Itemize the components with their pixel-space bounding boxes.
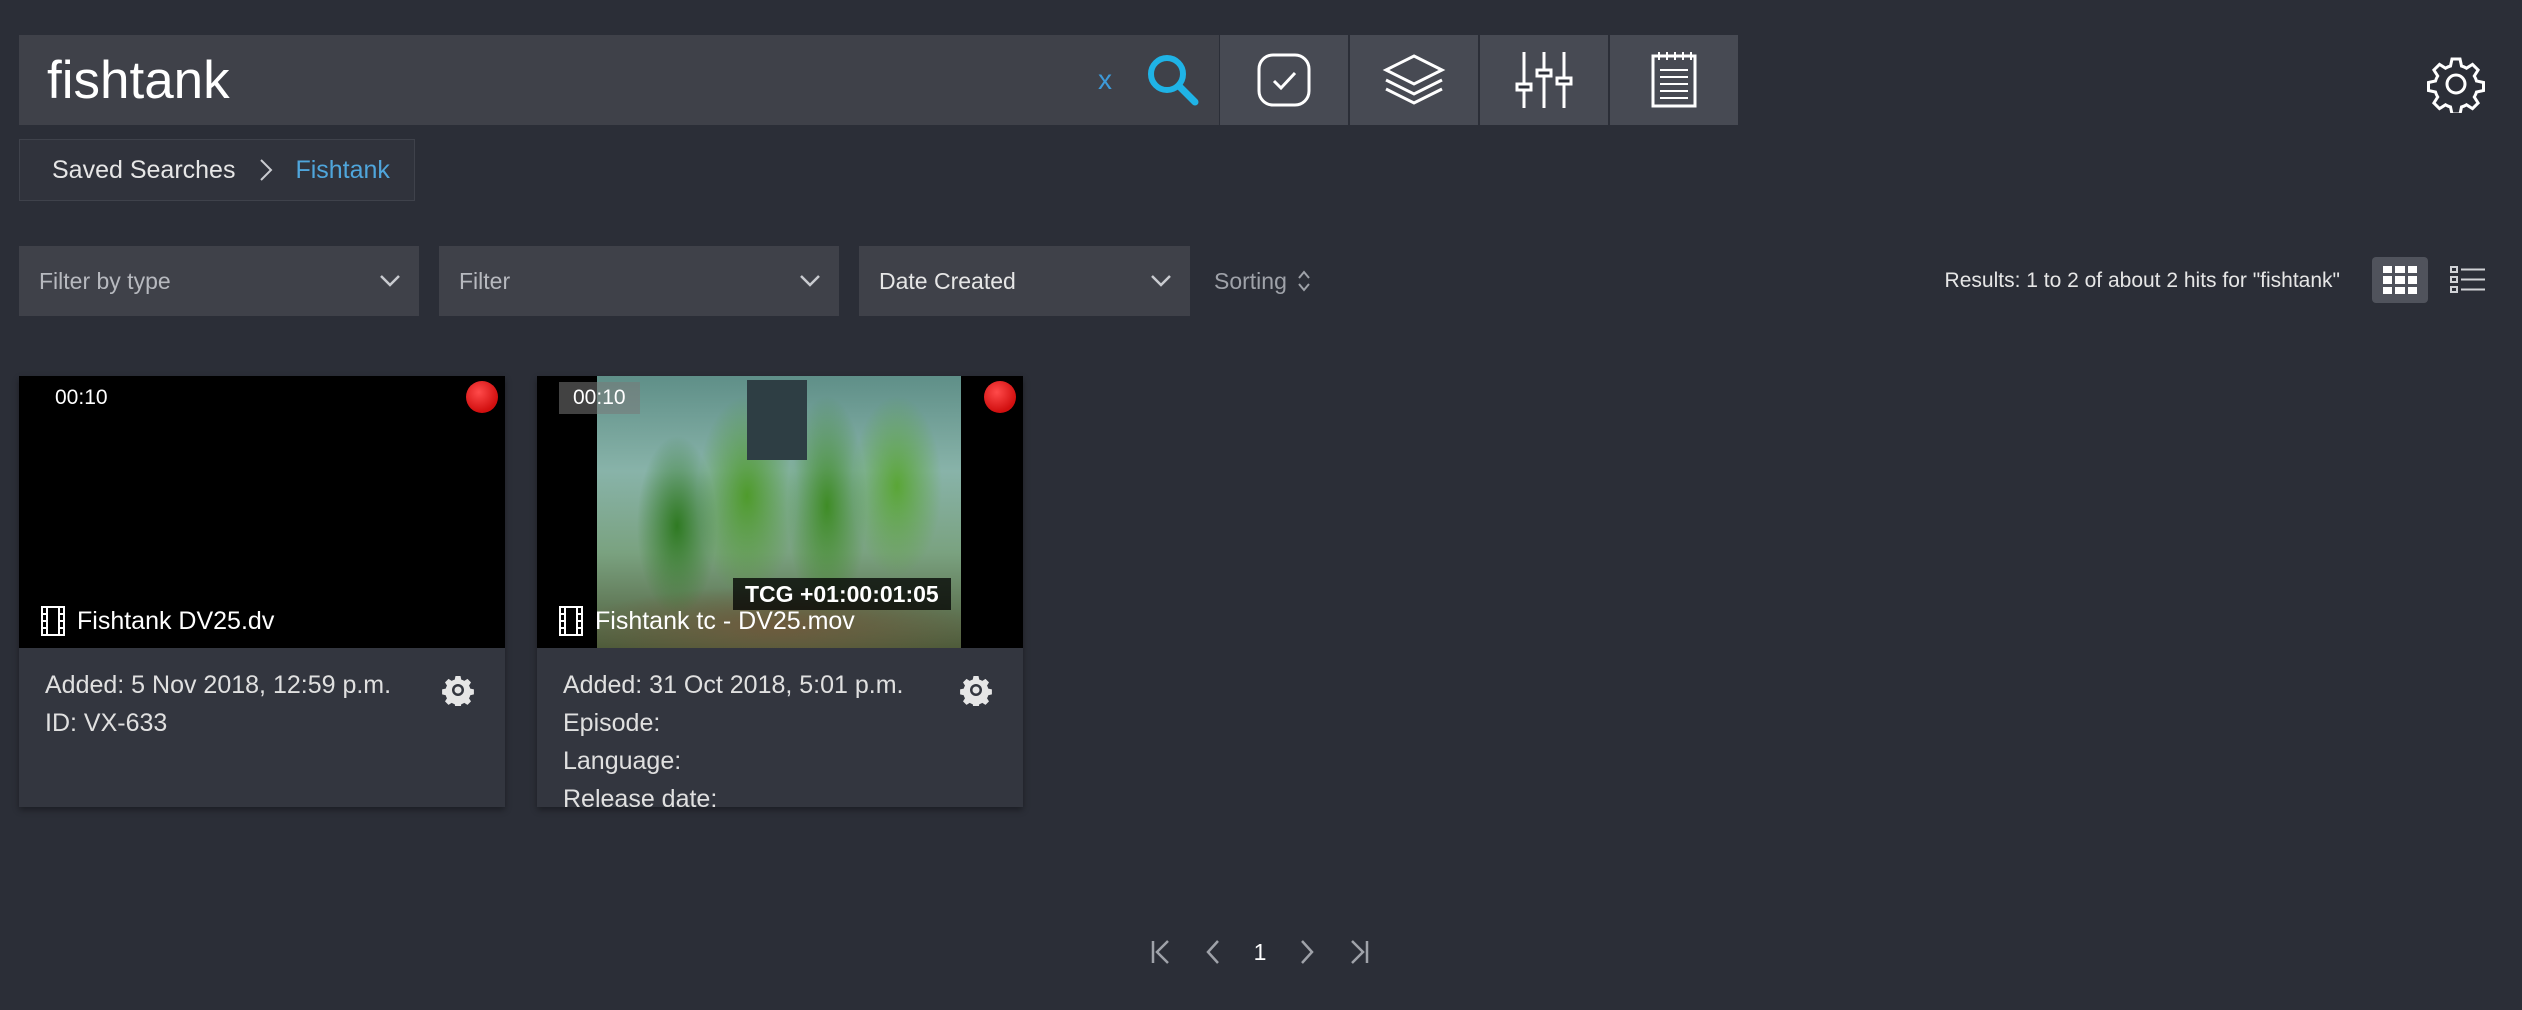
search-button[interactable]: [1137, 45, 1209, 115]
asset-title[interactable]: Fishtank tc - DV25.mov: [595, 607, 855, 636]
filter-by-type-label: Filter by type: [39, 267, 171, 294]
chevron-down-icon: [1151, 275, 1171, 287]
filter-by-type-dropdown[interactable]: Filter by type: [19, 246, 419, 316]
filter-label: Filter: [459, 267, 511, 294]
notepad-icon: [1651, 52, 1697, 108]
clear-search-button[interactable]: x: [1083, 35, 1127, 125]
settings-button[interactable]: [2424, 52, 2488, 116]
release-date-field: Release date:: [563, 785, 718, 813]
asset-card: TCG +01:00:01:05 00:10 Fishtank tc - DV2…: [537, 376, 1023, 813]
asset-metadata: Added: 31 Oct 2018, 5:01 p.m. Episode: L…: [563, 666, 904, 818]
sorting-toggle[interactable]: Sorting: [1214, 246, 1311, 316]
checkbox-icon: [1257, 53, 1311, 107]
sorting-label: Sorting: [1214, 267, 1287, 294]
first-page-icon: [1151, 940, 1169, 964]
asset-id: ID: VX-633: [45, 709, 168, 737]
notes-button[interactable]: [1610, 35, 1738, 125]
grid-view-button[interactable]: [2372, 257, 2428, 303]
last-page-icon: [1351, 940, 1369, 964]
gear-icon: [960, 676, 992, 706]
layers-button[interactable]: [1350, 35, 1478, 125]
next-page-button[interactable]: [1299, 939, 1315, 965]
asset-title-row: Fishtank tc - DV25.mov: [559, 606, 855, 636]
advanced-filters-button[interactable]: [1480, 35, 1608, 125]
aquarium-filter-shape: [747, 380, 807, 460]
asset-settings-button[interactable]: [959, 673, 993, 707]
list-view-icon: [2450, 266, 2485, 293]
red-dot-icon: [466, 381, 498, 413]
red-dot-icon: [984, 381, 1016, 413]
sort-arrows-icon: [1297, 268, 1311, 294]
asset-settings-button[interactable]: [441, 673, 475, 707]
asset-title[interactable]: Fishtank DV25.dv: [77, 607, 274, 636]
search-icon: [1148, 55, 1199, 106]
breadcrumb: Saved Searches Fishtank: [19, 139, 415, 201]
asset-thumbnail[interactable]: 00:10 Fishtank DV25.dv: [19, 376, 505, 648]
chevron-down-icon: [800, 275, 820, 287]
chevron-right-icon: [1301, 940, 1314, 964]
results-summary: Results: 1 to 2 of about 2 hits for "fis…: [1944, 269, 2340, 292]
chevron-left-icon: [1206, 940, 1219, 964]
episode-field: Episode:: [563, 709, 661, 737]
date-field-label: Date Created: [879, 267, 1016, 294]
search-bar: x: [19, 35, 1219, 125]
asset-card: 00:10 Fishtank DV25.dv Added: 5 Nov 2018…: [19, 376, 505, 807]
sliders-icon: [1515, 52, 1573, 108]
search-input[interactable]: [47, 35, 1067, 125]
layers-icon: [1382, 54, 1446, 105]
chevron-down-icon: [380, 275, 400, 287]
duration-badge: 00:10: [55, 386, 108, 409]
select-mode-button[interactable]: [1220, 35, 1348, 125]
added-date: Added: 5 Nov 2018, 12:59 p.m.: [45, 671, 392, 699]
previous-page-button[interactable]: [1205, 939, 1221, 965]
film-icon: [559, 606, 583, 636]
first-page-button[interactable]: [1150, 939, 1172, 965]
list-view-button[interactable]: [2440, 257, 2496, 303]
breadcrumb-current[interactable]: Fishtank: [295, 156, 389, 185]
asset-title-row: Fishtank DV25.dv: [41, 606, 274, 636]
pagination: 1: [1150, 930, 1370, 974]
asset-metadata: Added: 5 Nov 2018, 12:59 p.m. ID: VX-633: [45, 666, 391, 742]
gear-icon: [2427, 57, 2485, 113]
date-field-dropdown[interactable]: Date Created: [859, 246, 1190, 316]
duration-badge: 00:10: [559, 382, 640, 414]
grid-view-icon: [2383, 266, 2417, 294]
asset-thumbnail[interactable]: TCG +01:00:01:05 00:10 Fishtank tc - DV2…: [537, 376, 1023, 648]
breadcrumb-saved-searches[interactable]: Saved Searches: [52, 156, 235, 185]
film-icon: [41, 606, 65, 636]
page-number[interactable]: 1: [1254, 939, 1267, 966]
language-field: Language:: [563, 747, 682, 775]
chevron-right-icon: [259, 158, 273, 182]
filter-dropdown[interactable]: Filter: [439, 246, 839, 316]
last-page-button[interactable]: [1348, 939, 1370, 965]
gear-icon: [442, 676, 474, 706]
added-date: Added: 31 Oct 2018, 5:01 p.m.: [563, 671, 904, 699]
